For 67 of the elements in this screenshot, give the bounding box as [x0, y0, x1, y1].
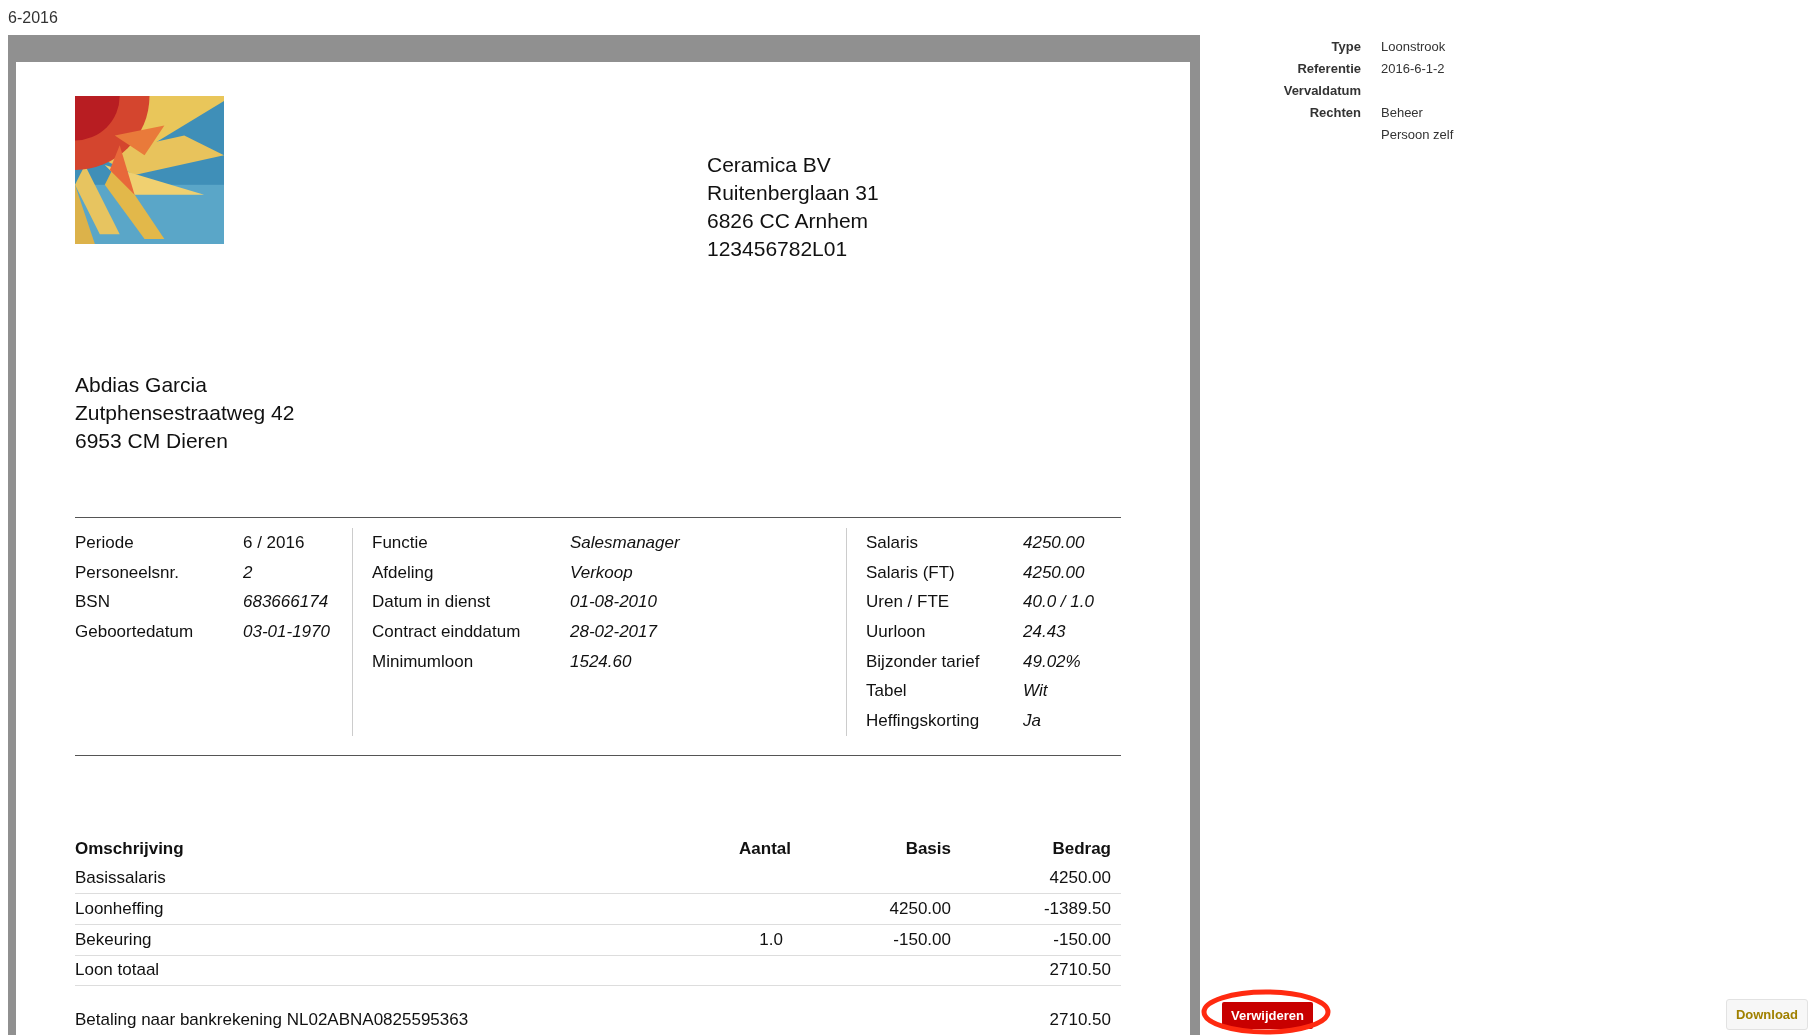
payment-text: Betaling naar bankrekening NL02ABNA0825595363: [75, 1010, 469, 1031]
table-cell-text: Bekeuring: [75, 929, 153, 950]
detail-value: 2016-6-1-2: [1381, 60, 1446, 78]
info-value: 1524.60: [570, 651, 633, 672]
info-label: Afdeling: [372, 562, 435, 583]
info-label: Personeelsnr.: [75, 562, 180, 583]
table-cell-text: Basissalaris: [75, 868, 167, 889]
info-label: Datum in dienst: [372, 592, 492, 613]
info-value: 4250.00: [1023, 562, 1086, 583]
column-header: Aantal: [738, 838, 792, 859]
detail-label: Rechten: [1308, 104, 1361, 122]
info-value: 03-01-1970: [243, 621, 331, 642]
info-label: Heffingskorting: [866, 710, 981, 731]
employee-address-line: Zutphensestraatweg 42: [75, 400, 296, 426]
info-value: Verkoop: [570, 562, 634, 583]
info-value: 6 / 2016: [243, 532, 306, 553]
info-label: Geboortedatum: [75, 621, 195, 642]
table-cell-text: 1.0: [758, 929, 784, 950]
info-value: 683666174: [243, 592, 330, 613]
info-label: Minimumloon: [372, 651, 475, 672]
company-address-line: 123456782L01: [707, 236, 849, 262]
info-label: BSN: [75, 592, 111, 613]
table-cell-text: 4250.00: [1048, 868, 1111, 889]
table-cell-text: Loon totaal: [75, 960, 161, 981]
info-label: Bijzonder tarief: [866, 651, 981, 672]
info-label: Salaris: [866, 532, 919, 553]
info-value: Ja: [1023, 710, 1042, 731]
detail-label: Type: [1330, 38, 1361, 56]
payment-amount: 2710.50: [1049, 1010, 1111, 1031]
column-header: Basis: [904, 838, 951, 859]
company-address-line: Ceramica BV: [707, 152, 832, 178]
detail-label: Referentie: [1296, 60, 1361, 78]
info-label: Salaris (FT): [866, 562, 956, 583]
column-header: Omschrijving: [75, 838, 185, 859]
detail-value: Beheer: [1381, 104, 1424, 122]
info-value: 49.02%: [1023, 651, 1082, 672]
employee-address-line: 6953 CM Dieren: [75, 428, 229, 454]
table-cell-text: -1389.50: [1042, 899, 1111, 920]
delete-button[interactable]: Verwijderen: [1222, 1002, 1313, 1029]
detail-label: Vervaldatum: [1282, 82, 1361, 100]
info-value: 2: [243, 562, 254, 583]
info-value: Wit: [1023, 681, 1049, 702]
detail-value: Loonstrook: [1381, 38, 1447, 56]
download-button[interactable]: Download: [1725, 999, 1808, 1030]
info-value: Salesmanager: [570, 532, 681, 553]
info-value: 24.43: [1023, 621, 1067, 642]
info-label: Periode: [75, 532, 135, 553]
info-label: Uren / FTE: [866, 592, 951, 613]
table-cell-text: -150.00: [1052, 929, 1111, 950]
info-label: Uurloon: [866, 621, 927, 642]
info-label: Tabel: [866, 681, 908, 702]
detail-value: Persoon zelf: [1381, 126, 1455, 144]
page-title: 6-2016: [8, 8, 59, 28]
info-value: 40.0 / 1.0: [1023, 592, 1095, 613]
info-value: 28-02-2017: [570, 621, 659, 642]
info-label: Contract einddatum: [372, 621, 522, 642]
info-value: 4250.00: [1023, 532, 1086, 553]
table-cell-text: -150.00: [892, 929, 951, 950]
company-address-line: 6826 CC Arnhem: [707, 208, 870, 234]
table-cell-text: Loonheffing: [75, 899, 165, 920]
column-header: Bedrag: [1051, 838, 1111, 859]
info-label: Functie: [372, 532, 429, 553]
info-value: 01-08-2010: [570, 592, 658, 613]
table-cell-text: 4250.00: [888, 899, 951, 920]
employee-address-line: Abdias Garcia: [75, 372, 208, 398]
company-address-line: Ruitenberglaan 31: [707, 180, 879, 206]
table-cell-text: 2710.50: [1048, 960, 1111, 981]
